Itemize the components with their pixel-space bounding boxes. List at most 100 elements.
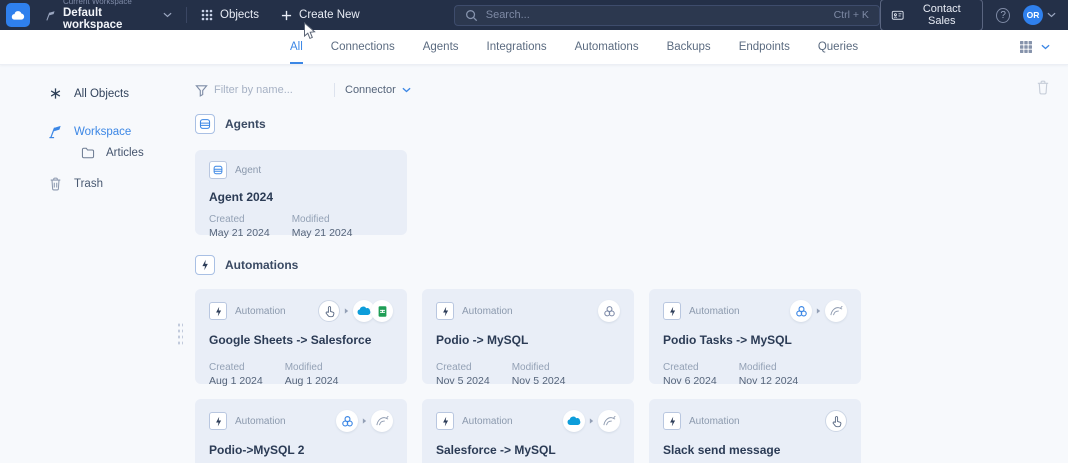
name-filter[interactable] bbox=[195, 84, 324, 97]
sidebar-item-trash[interactable]: Trash bbox=[48, 177, 185, 191]
help-icon[interactable]: ? bbox=[996, 8, 1010, 23]
created-label: Created bbox=[663, 362, 717, 375]
grid-view-icon bbox=[1019, 40, 1033, 54]
global-search[interactable]: Ctrl + K bbox=[454, 5, 880, 26]
card-type-label: Automation bbox=[235, 416, 286, 427]
card-title: Podio -> MySQL bbox=[436, 333, 620, 347]
workspace-selector[interactable]: Current Workspace Default workspace bbox=[44, 0, 172, 32]
card-title: Google Sheets -> Salesforce bbox=[209, 333, 393, 347]
modified-value: May 21 2024 bbox=[292, 227, 353, 240]
sidebar-articles-label: Articles bbox=[106, 147, 144, 159]
chevron-down-icon bbox=[1047, 12, 1056, 18]
toolbar-divider bbox=[334, 83, 335, 97]
agents-section-header: Agents bbox=[195, 114, 1050, 134]
chevron-down-icon bbox=[402, 87, 411, 93]
created-value: Nov 6 2024 bbox=[663, 375, 717, 388]
agent-card[interactable]: Agent Agent 2024 Created May 21 2024 Mod… bbox=[195, 150, 407, 235]
mysql-icon bbox=[598, 410, 620, 432]
search-shortcut: Ctrl + K bbox=[834, 9, 869, 21]
podio-icon bbox=[336, 410, 358, 432]
tab-integrations[interactable]: Integrations bbox=[487, 30, 547, 64]
tab-all[interactable]: All bbox=[290, 30, 303, 64]
filter-by-name-input[interactable] bbox=[214, 84, 324, 96]
filter-icon bbox=[195, 84, 208, 97]
trash-icon bbox=[1036, 80, 1050, 95]
created-label: Created bbox=[209, 214, 270, 227]
sidebar-item-all-objects[interactable]: All Objects bbox=[48, 87, 185, 100]
google-sheets-icon bbox=[371, 300, 393, 322]
automation-card[interactable]: Automation bbox=[195, 289, 407, 384]
created-label: Created bbox=[436, 362, 490, 375]
card-title: Slack send message bbox=[663, 443, 847, 457]
help-glyph: ? bbox=[1000, 10, 1006, 21]
automation-card[interactable]: Automation P bbox=[649, 289, 861, 384]
automations-section-header: Automations bbox=[195, 255, 1050, 275]
card-type-label: Agent bbox=[235, 165, 261, 176]
modified-label: Modified bbox=[512, 362, 566, 375]
grid-icon bbox=[201, 9, 213, 21]
agents-section-title: Agents bbox=[225, 117, 266, 131]
objects-label: Objects bbox=[220, 9, 259, 21]
manual-trigger-icon bbox=[825, 410, 847, 432]
arrow-right-icon bbox=[816, 307, 821, 315]
sidebar-item-workspace[interactable]: Workspace bbox=[48, 124, 185, 139]
automation-card[interactable]: Automation P bbox=[195, 399, 407, 463]
drag-handle[interactable] bbox=[177, 322, 183, 346]
modified-value: Nov 12 2024 bbox=[739, 375, 799, 388]
user-menu[interactable]: OR bbox=[1023, 5, 1056, 25]
automation-card[interactable]: Automation S bbox=[422, 399, 634, 463]
app-logo[interactable] bbox=[6, 3, 30, 27]
modified-value: Aug 1 2024 bbox=[285, 375, 339, 388]
created-value: May 21 2024 bbox=[209, 227, 270, 240]
connector-filter-dropdown[interactable]: Connector bbox=[345, 84, 411, 96]
tab-queries[interactable]: Queries bbox=[818, 30, 858, 64]
view-mode-toggle[interactable] bbox=[1019, 30, 1050, 64]
card-title: Agent 2024 bbox=[209, 190, 393, 204]
plus-icon bbox=[281, 10, 292, 21]
card-title: Podio->MySQL 2 bbox=[209, 443, 393, 457]
search-input[interactable] bbox=[486, 9, 826, 21]
podio-icon bbox=[790, 300, 812, 322]
sidebar-trash-label: Trash bbox=[74, 178, 103, 190]
modified-label: Modified bbox=[739, 362, 799, 375]
avatar-initials: OR bbox=[1027, 10, 1040, 20]
agent-icon bbox=[209, 161, 227, 179]
filter-toolbar: Connector bbox=[195, 80, 1050, 100]
modified-value: Nov 5 2024 bbox=[512, 375, 566, 388]
create-new-label: Create New bbox=[299, 9, 360, 21]
tab-backups[interactable]: Backups bbox=[667, 30, 711, 64]
card-type-label: Automation bbox=[235, 306, 286, 317]
mysql-icon bbox=[825, 300, 847, 322]
automation-card[interactable]: Automation Podio -> MySQL Created Nov 5 … bbox=[422, 289, 634, 384]
tab-endpoints[interactable]: Endpoints bbox=[739, 30, 790, 64]
workspace-icon bbox=[44, 9, 57, 22]
top-bar: Current Workspace Default workspace Obje… bbox=[0, 0, 1068, 30]
card-type-label: Automation bbox=[462, 416, 513, 427]
sidebar-item-articles[interactable]: Articles bbox=[80, 147, 185, 159]
connector-label: Connector bbox=[345, 84, 396, 96]
tab-agents[interactable]: Agents bbox=[423, 30, 459, 64]
chevron-down-icon bbox=[163, 12, 172, 18]
tab-connections[interactable]: Connections bbox=[331, 30, 395, 64]
agent-icon bbox=[195, 114, 215, 134]
mysql-icon bbox=[371, 410, 393, 432]
automation-card[interactable]: Automation Slack send message bbox=[649, 399, 861, 463]
main-content: Connector Agents bbox=[185, 65, 1068, 463]
lightning-icon bbox=[436, 302, 454, 320]
object-type-tabs: All Connections Agents Integrations Auto… bbox=[0, 30, 1068, 65]
created-label: Created bbox=[209, 362, 263, 375]
manual-trigger-icon bbox=[318, 300, 340, 322]
automations-section-title: Automations bbox=[225, 258, 298, 272]
tab-automations[interactable]: Automations bbox=[575, 30, 639, 64]
delete-selection-button[interactable] bbox=[1036, 80, 1050, 100]
objects-nav-button[interactable]: Objects bbox=[201, 9, 259, 21]
workspace-name: Default workspace bbox=[63, 7, 157, 32]
contact-sales-icon bbox=[891, 9, 904, 22]
created-value: Aug 1 2024 bbox=[209, 375, 263, 388]
card-type-label: Automation bbox=[689, 306, 740, 317]
contact-sales-button[interactable]: Contact Sales bbox=[880, 0, 983, 31]
create-new-button[interactable]: Create New bbox=[281, 9, 360, 21]
card-title: Podio Tasks -> MySQL bbox=[663, 333, 847, 347]
folder-icon bbox=[80, 147, 95, 159]
lightning-icon bbox=[436, 412, 454, 430]
